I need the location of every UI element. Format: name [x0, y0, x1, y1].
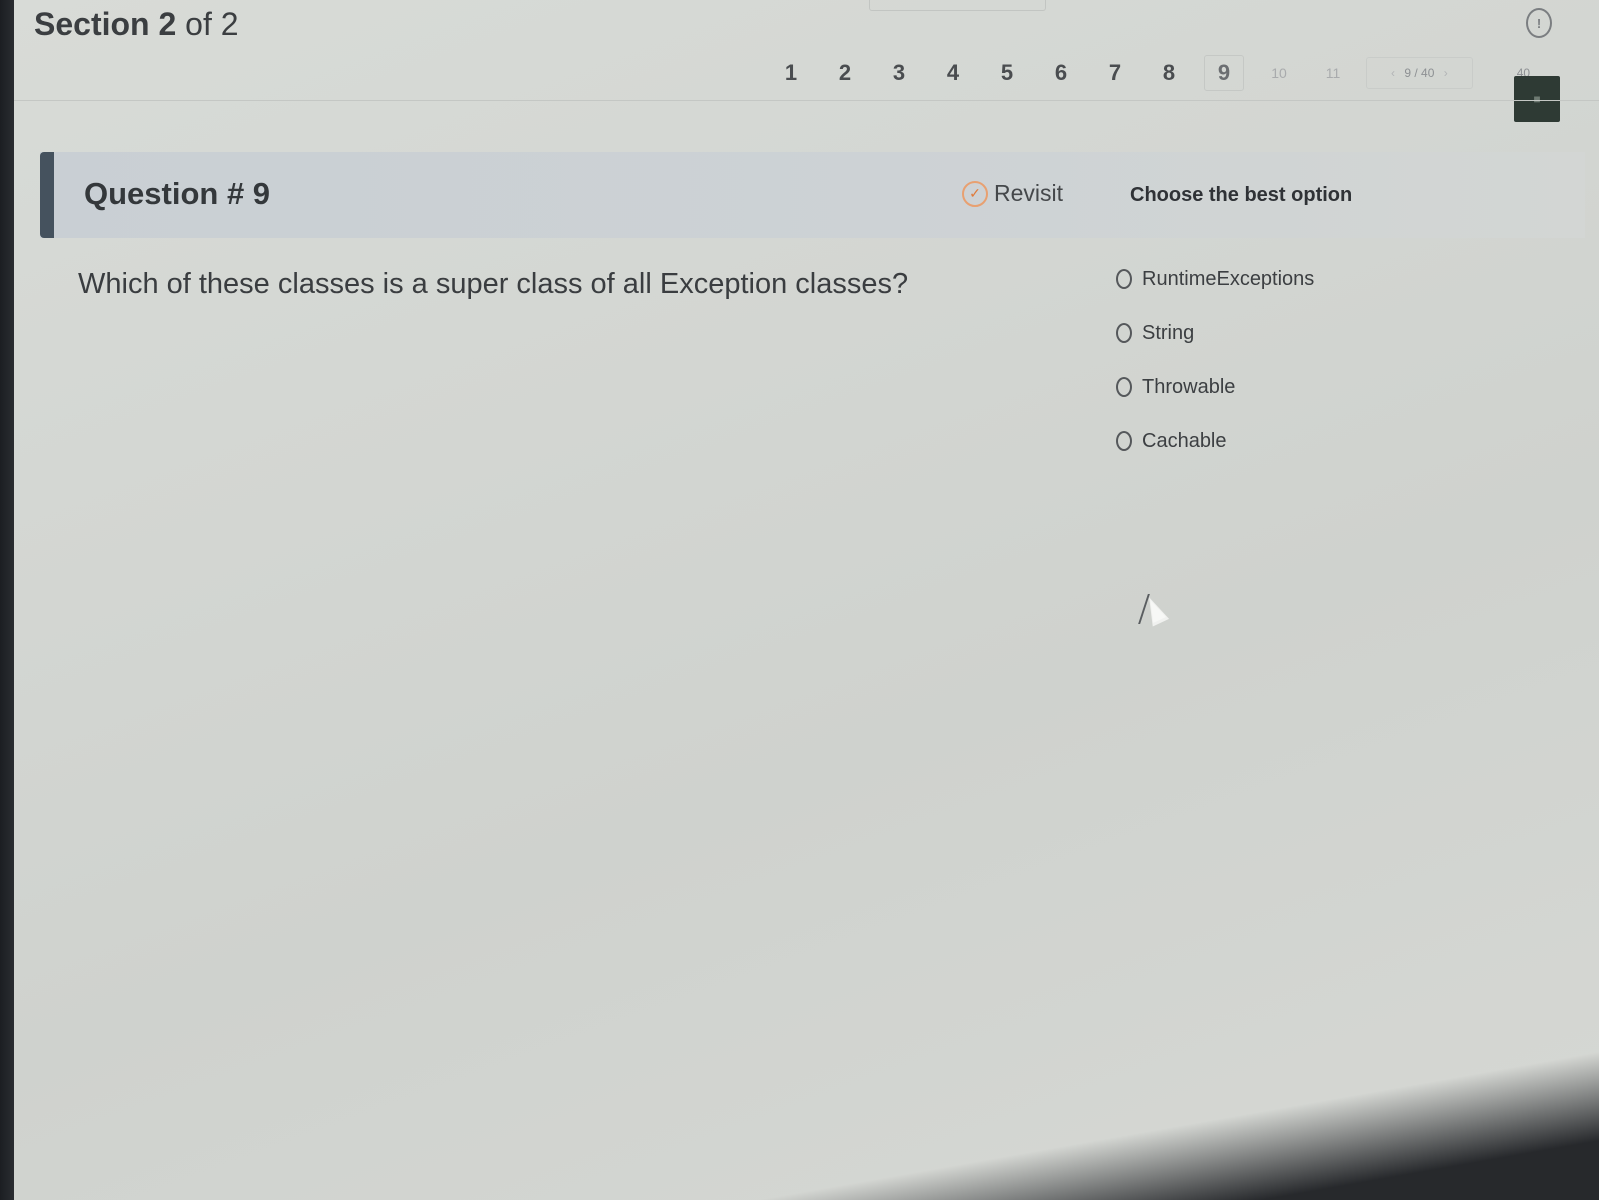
radio-button[interactable]: [1116, 323, 1132, 343]
radio-button[interactable]: [1116, 377, 1132, 397]
pager-item-7[interactable]: 7: [1088, 60, 1142, 86]
pager-item-4[interactable]: 4: [926, 60, 980, 86]
monitor-bezel-left: [0, 0, 14, 1200]
question-pager: 1 2 3 4 5 6 7 8 9 10 11 ‹ 9 / 40 › 40: [764, 55, 1530, 91]
exam-page: Section 2 of 2 1 2 3 4 5 6 7 8 9 10 11 ‹…: [14, 0, 1599, 1200]
pager-item-10[interactable]: 10: [1252, 65, 1306, 81]
revisit-icon: ✓: [962, 180, 988, 207]
page-jump-control[interactable]: ‹ 9 / 40 ›: [1366, 57, 1473, 89]
pager-item-11[interactable]: 11: [1306, 65, 1360, 81]
pager-item-current[interactable]: 9: [1204, 55, 1244, 91]
pager-item-6[interactable]: 6: [1034, 60, 1088, 86]
radio-button[interactable]: [1116, 269, 1132, 289]
info-icon[interactable]: !: [1526, 8, 1552, 38]
header-divider: [14, 100, 1599, 101]
pager-item-3[interactable]: 3: [872, 60, 926, 86]
question-text: Which of these classes is a super class …: [78, 268, 909, 300]
answer-option-string[interactable]: String: [1116, 306, 1314, 360]
section-total: 2: [220, 6, 239, 42]
answer-option-cachable[interactable]: Cachable: [1116, 414, 1314, 468]
revisit-button[interactable]: ✓ Revisit: [962, 180, 1063, 207]
top-toolbar-box: [869, 0, 1046, 11]
question-title: Question # 9: [84, 176, 271, 211]
revisit-label: Revisit: [994, 180, 1064, 206]
options-heading: Choose the best option: [1130, 184, 1353, 206]
pager-item-1[interactable]: 1: [764, 60, 818, 86]
section-of: of: [185, 6, 212, 42]
answer-option-label: Cachable: [1142, 429, 1227, 452]
question-accent-bar: [40, 152, 54, 238]
question-header-bar: Question # 9 ✓ Revisit Choose the best o…: [40, 152, 1585, 238]
page-jump-value: 9 / 40: [1404, 66, 1435, 80]
answer-option-throwable[interactable]: Throwable: [1116, 360, 1314, 414]
answer-option-runtimeexceptions[interactable]: RuntimeExceptions: [1116, 252, 1314, 306]
radio-button[interactable]: [1116, 431, 1132, 451]
chevron-right-icon[interactable]: ›: [1444, 66, 1448, 80]
section-word: Section: [34, 6, 150, 42]
section-current: 2: [158, 6, 177, 42]
finish-button[interactable]: ■: [1514, 76, 1560, 122]
section-indicator: Section 2 of 2: [34, 6, 239, 43]
chevron-left-icon[interactable]: ‹: [1391, 66, 1395, 80]
answer-option-label: RuntimeExceptions: [1142, 267, 1315, 290]
answer-options: RuntimeExceptions String Throwable Cacha…: [1116, 252, 1314, 468]
answer-option-label: Throwable: [1142, 375, 1236, 398]
pager-item-8[interactable]: 8: [1142, 60, 1196, 86]
answer-option-label: String: [1142, 321, 1195, 344]
pager-item-2[interactable]: 2: [818, 60, 872, 86]
pager-item-5[interactable]: 5: [980, 60, 1034, 86]
